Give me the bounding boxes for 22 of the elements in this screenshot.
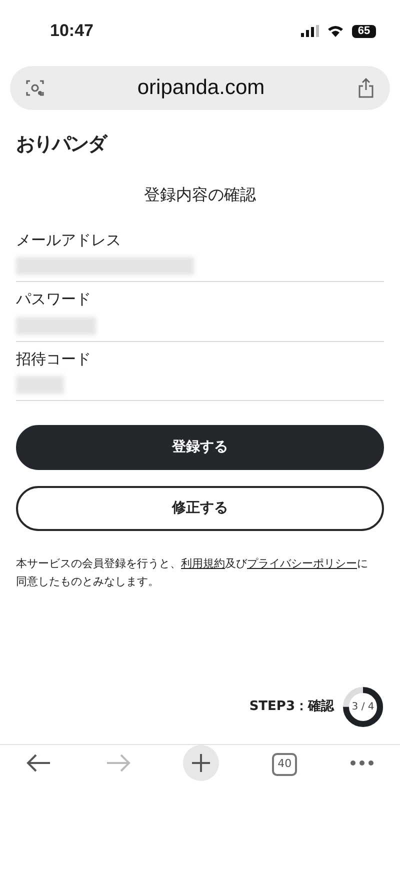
battery-indicator: 65 — [352, 24, 376, 38]
step-label: STEP3：確認 — [249, 698, 334, 716]
edit-button[interactable]: 修正する — [16, 486, 384, 531]
progress-text: 3 / 4 — [352, 700, 374, 715]
camera-icon[interactable] — [26, 79, 44, 97]
terms-link[interactable]: プライバシーポリシー — [247, 557, 357, 570]
field-label: 招待コード — [16, 348, 92, 370]
back-icon[interactable] — [26, 753, 52, 774]
tab-count-button[interactable]: 40 — [272, 753, 298, 776]
page-title: 登録内容の確認 — [143, 184, 257, 206]
terms-notice: 本サービスの会員登録を行うと、利用規約及びプライバシーポリシーに同意したものとみなします。 — [16, 556, 369, 590]
signal-icon — [301, 25, 319, 37]
field-label: メールアドレス — [16, 230, 122, 250]
terms-link[interactable]: 利用規約 — [181, 557, 225, 570]
progress-ring — [342, 686, 384, 728]
wifi-icon — [327, 25, 344, 37]
logo[interactable]: おりパンダ — [16, 126, 384, 158]
redacted-value — [16, 376, 64, 394]
status-time: 10:47 — [50, 20, 94, 42]
register-button[interactable]: 登録する — [16, 425, 384, 470]
field-label: パスワード — [16, 289, 92, 310]
share-icon[interactable] — [358, 78, 374, 98]
